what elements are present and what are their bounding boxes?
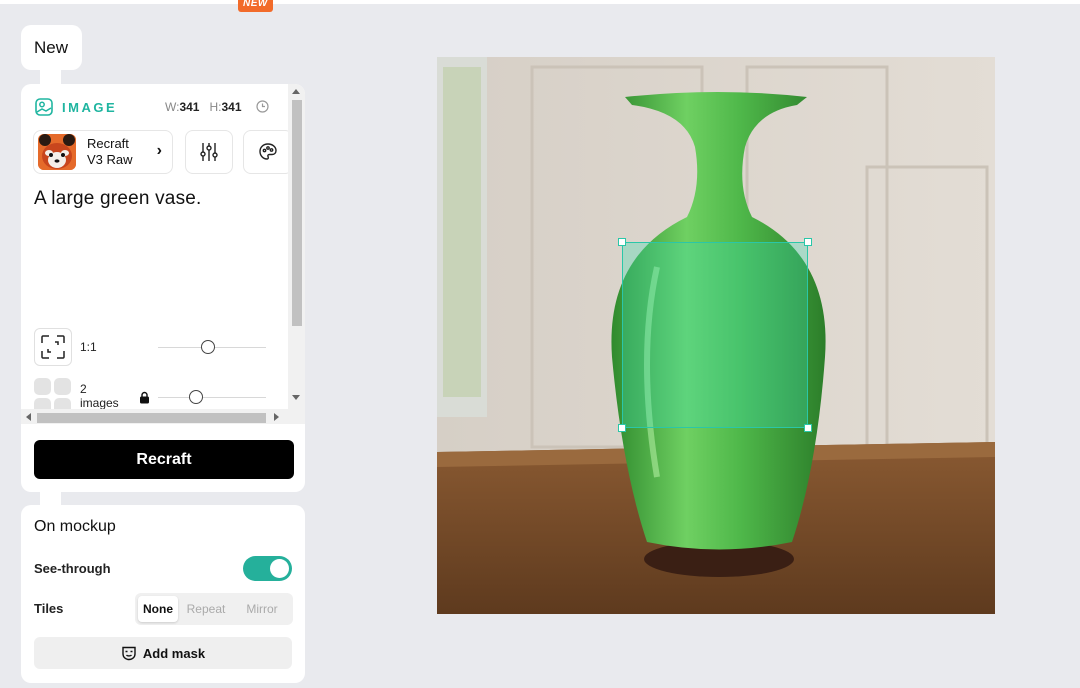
image-count-slider-thumb[interactable] [189,390,203,404]
palette-icon [259,143,277,160]
tiles-option-repeat[interactable]: Repeat [178,596,234,622]
panel-connector [40,70,61,84]
sliders-icon [200,143,218,161]
selection-handle-top-left[interactable] [618,238,626,246]
width-value[interactable]: 341 [179,100,199,114]
tiles-option-mirror[interactable]: Mirror [234,596,290,622]
style-palette-button[interactable] [243,130,293,174]
mask-icon [122,646,136,661]
image-count-label: 2 images [80,382,119,410]
prompt-text[interactable]: A large green vase. [34,188,202,210]
red-panda-avatar-icon [38,134,76,170]
frame-tab-new[interactable]: New [21,25,82,70]
tiles-option-none[interactable]: None [138,596,178,622]
see-through-label: See-through [34,561,111,576]
vertical-scroll-thumb[interactable] [292,100,302,326]
vertical-scrollbar[interactable] [288,84,305,410]
recraft-generate-button[interactable]: Recraft [34,440,294,479]
dimensions-readout: W:341 H:341 [165,100,269,114]
mockup-panel: On mockup See-through Tiles None Repeat … [21,505,305,683]
settings-sliders-button[interactable] [185,130,233,174]
scroll-right-arrow-icon[interactable] [274,413,279,421]
scroll-up-arrow-icon[interactable] [292,89,300,94]
chevron-right-icon: › [156,142,162,159]
tiles-label: Tiles [34,601,64,616]
image-count-slider-track[interactable] [158,397,266,398]
aspect-ratio-label: 1:1 [80,340,97,354]
history-icon[interactable] [255,100,269,113]
height-value[interactable]: 341 [222,100,242,114]
see-through-toggle[interactable] [243,556,292,581]
panel-scroll-area[interactable]: IMAGE W:341 H:341 Recraft V3 Raw › A lar… [21,84,305,424]
scroll-down-arrow-icon[interactable] [292,395,300,400]
aspect-ratio-icon [41,335,65,359]
model-selector-button[interactable]: Recraft V3 Raw › [33,130,173,174]
image-icon [35,98,53,116]
scroll-left-arrow-icon[interactable] [26,413,31,421]
selection-handle-bottom-left[interactable] [618,424,626,432]
tiles-segmented-control: None Repeat Mirror [135,593,293,625]
aspect-ratio-slider-thumb[interactable] [201,340,215,354]
horizontal-scroll-thumb[interactable] [37,413,266,423]
image-section-label: IMAGE [62,99,118,115]
top-bar [0,0,1080,4]
lock-icon[interactable] [139,391,150,404]
panel-connector-2 [40,492,61,506]
horizontal-scrollbar[interactable] [21,409,305,424]
image-section-header: IMAGE [35,98,117,116]
mask-selection-box[interactable] [622,242,808,428]
selection-handle-top-right[interactable] [804,238,812,246]
aspect-ratio-button[interactable] [34,328,72,366]
selection-handle-bottom-right[interactable] [804,424,812,432]
add-mask-button[interactable]: Add mask [34,637,292,669]
mockup-title: On mockup [34,518,116,535]
image-generation-panel: IMAGE W:341 H:341 Recraft V3 Raw › A lar… [21,84,305,492]
new-badge: NEW [238,0,273,12]
model-name: Recraft V3 Raw [87,136,133,167]
